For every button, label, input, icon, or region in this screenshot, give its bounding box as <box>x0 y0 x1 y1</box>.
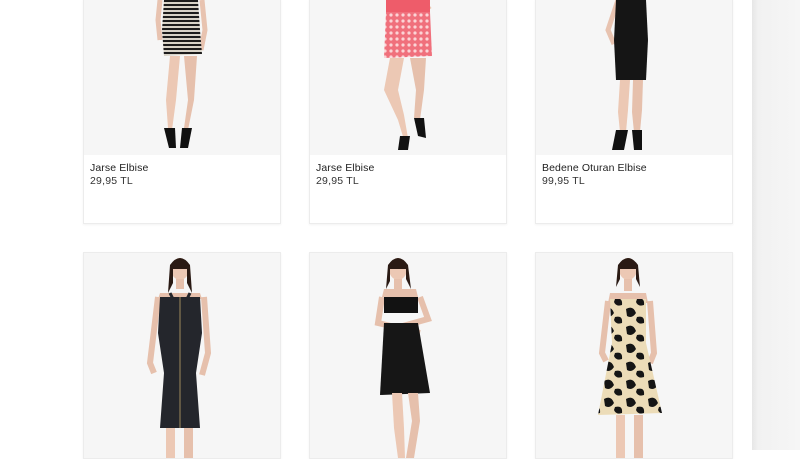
product-image-floral-midi-dress[interactable] <box>536 253 732 458</box>
product-image-black-fitted-dress[interactable] <box>536 0 732 155</box>
product-image-black-strapless-dress[interactable] <box>310 253 506 458</box>
product-price: 29,95 TL <box>90 175 133 187</box>
product-image-pink-skirt[interactable] <box>310 0 506 155</box>
product-price: 99,95 TL <box>542 175 585 187</box>
product-image-black-zipper-dress[interactable] <box>84 253 280 458</box>
product-card[interactable] <box>309 252 507 459</box>
product-name[interactable]: Jarse Elbise <box>90 162 148 174</box>
product-name[interactable]: Jarse Elbise <box>316 162 374 174</box>
product-grid: Jarse Elbise 29,95 TL Jarse Elbise 29,95… <box>0 0 752 459</box>
page-side-gutter <box>752 0 800 450</box>
product-card[interactable] <box>535 252 733 459</box>
product-image-striped-dress[interactable] <box>84 0 280 155</box>
product-name[interactable]: Bedene Oturan Elbise <box>542 162 647 174</box>
product-card[interactable] <box>83 252 281 459</box>
product-card[interactable]: Bedene Oturan Elbise 99,95 TL <box>535 0 733 224</box>
product-price: 29,95 TL <box>316 175 359 187</box>
product-card[interactable]: Jarse Elbise 29,95 TL <box>309 0 507 224</box>
product-card[interactable]: Jarse Elbise 29,95 TL <box>83 0 281 224</box>
